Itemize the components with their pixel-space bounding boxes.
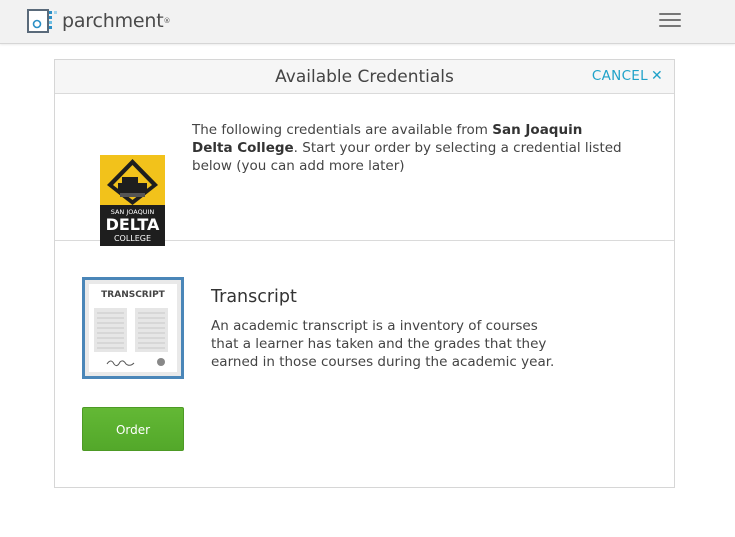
panel-header: Available Credentials CANCEL ✕ [55, 60, 674, 94]
transcript-image-label: TRANSCRIPT [101, 290, 165, 300]
menu-icon[interactable] [659, 13, 681, 29]
cancel-button[interactable]: CANCEL ✕ [592, 60, 663, 92]
credentials-panel: Available Credentials CANCEL ✕ SAN JOAQUI… [54, 59, 675, 488]
credential-title: Transcript [211, 287, 297, 307]
school-logo-line-2: DELTA [106, 215, 160, 234]
top-navbar: parchment ® [0, 0, 735, 44]
credential-description: An academic transcript is a inventory of… [211, 318, 555, 370]
school-section: SAN JOAQUIN DELTA COLLEGE The following … [55, 94, 674, 246]
document-lines-icon [94, 308, 168, 367]
transcript-image[interactable]: TRANSCRIPT [82, 277, 184, 379]
panel-title: Available Credentials [275, 67, 454, 87]
parchment-logo[interactable]: parchment ® [27, 8, 170, 34]
brand-name: parchment [62, 10, 164, 32]
parchment-logo-icon [27, 9, 57, 33]
credential-item: TRANSCRIPT Transcript An academic transc… [55, 241, 674, 487]
order-button[interactable]: Order [82, 407, 184, 451]
school-intro-prefix: The following credentials are available … [192, 122, 493, 138]
school-logo: SAN JOAQUIN DELTA COLLEGE [100, 155, 165, 246]
brand-trademark: ® [163, 17, 171, 25]
school-intro: The following credentials are available … [192, 121, 622, 175]
cancel-label: CANCEL [591, 68, 648, 84]
close-icon: ✕ [650, 68, 663, 84]
